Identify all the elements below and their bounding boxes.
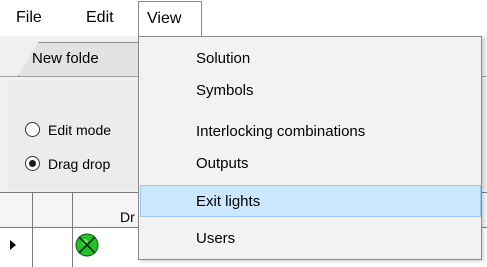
menu-item-solution[interactable]: Solution [196,42,250,75]
menu-file[interactable]: File [16,0,42,36]
menu-edit[interactable]: Edit [86,0,114,36]
menu-item-exit-lights[interactable]: Exit lights [196,185,260,218]
green-crossed-circle-icon [75,233,99,257]
grid-column-divider [72,193,73,267]
tab-new-folder-label: New folde [32,50,99,67]
menu-bar: File Edit [0,0,487,37]
grid-header-label[interactable]: Dr [120,208,135,226]
menu-item-users[interactable]: Users [196,222,235,255]
row-selector-arrow-icon[interactable] [10,240,16,250]
radio-drag-drop[interactable]: Drag drop [25,155,110,173]
menu-item-symbols[interactable]: Symbols [196,74,254,107]
menu-item-outputs[interactable]: Outputs [196,147,249,180]
radio-drag-drop-control[interactable] [25,156,40,171]
menu-view[interactable]: View [138,1,202,36]
menu-item-interlocking-combinations[interactable]: Interlocking combinations [196,115,365,148]
grid-column-divider [32,193,33,267]
radio-edit-mode-control[interactable] [25,122,40,137]
radio-edit-mode-label: Edit mode [48,122,112,138]
radio-edit-mode[interactable]: Edit mode [25,121,111,139]
view-dropdown-menu: Solution Symbols Interlocking combinatio… [138,36,482,260]
radio-drag-drop-label: Drag drop [48,156,111,172]
menu-highlight [140,185,481,217]
